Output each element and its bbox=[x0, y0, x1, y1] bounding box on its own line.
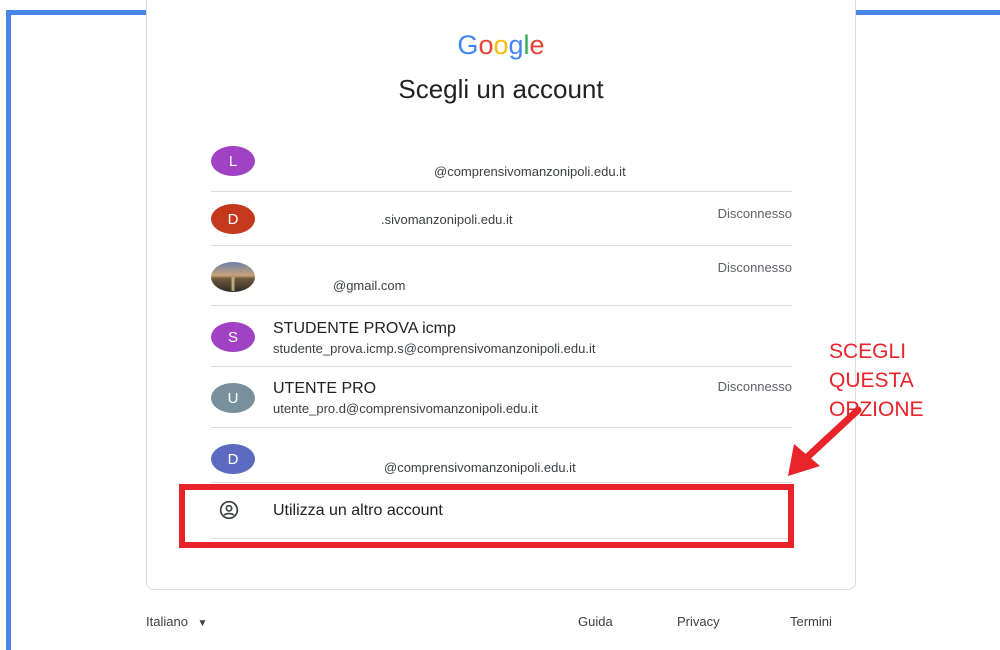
language-selector[interactable]: Italiano ▼ bbox=[146, 614, 207, 629]
avatar: L bbox=[211, 146, 255, 176]
avatar: S bbox=[211, 322, 255, 352]
account-row[interactable]: U UTENTE PRO utente_pro.d@comprensivoman… bbox=[211, 367, 792, 428]
account-email: @gmail.com bbox=[333, 278, 406, 293]
account-row[interactable]: D @comprensivomanzonipoli.edu.it bbox=[211, 428, 792, 483]
account-email: @comprensivomanzonipoli.edu.it bbox=[384, 460, 576, 475]
google-logo: Google bbox=[147, 30, 855, 61]
logo-letter: o bbox=[478, 30, 494, 60]
avatar: D bbox=[211, 444, 255, 474]
logo-letter: G bbox=[457, 30, 479, 60]
page-title: Scegli un account bbox=[398, 74, 604, 104]
account-row[interactable]: @gmail.com Disconnesso bbox=[211, 246, 792, 306]
footer-link-privacy[interactable]: Privacy bbox=[677, 614, 720, 629]
account-email: studente_prova.icmp.s@comprensivomanzoni… bbox=[273, 341, 596, 356]
avatar: D bbox=[211, 204, 255, 234]
account-name: UTENTE PRO bbox=[273, 380, 377, 397]
logo-letter: o bbox=[493, 30, 509, 60]
logo-letter: g bbox=[508, 30, 524, 60]
account-email: .sivomanzonipoli.edu.it bbox=[381, 212, 513, 227]
account-list: L @comprensivomanzonipoli.edu.it D .sivo… bbox=[211, 132, 792, 539]
status-badge: Disconnesso bbox=[717, 379, 792, 394]
annotation-arrow bbox=[788, 406, 862, 476]
account-row[interactable]: L @comprensivomanzonipoli.edu.it bbox=[211, 132, 792, 192]
status-badge: Disconnesso bbox=[717, 206, 792, 221]
avatar: U bbox=[211, 383, 255, 413]
footer-link-terms[interactable]: Termini bbox=[790, 614, 832, 629]
annotation-line: SCEGLI bbox=[829, 340, 907, 363]
account-email: @comprensivomanzonipoli.edu.it bbox=[434, 164, 626, 179]
footer-link-help[interactable]: Guida bbox=[578, 614, 613, 629]
account-name: STUDENTE PROVA icmp bbox=[273, 320, 456, 337]
account-row[interactable]: S STUDENTE PROVA icmp studente_prova.icm… bbox=[211, 306, 792, 367]
annotation-line: QUESTA bbox=[829, 369, 914, 392]
avatar bbox=[211, 262, 255, 292]
account-email: utente_pro.d@comprensivomanzonipoli.edu.… bbox=[273, 401, 538, 416]
logo-letter: e bbox=[529, 30, 545, 60]
language-label: Italiano bbox=[146, 614, 188, 629]
status-badge: Disconnesso bbox=[717, 260, 792, 275]
highlight-box bbox=[179, 484, 794, 548]
account-row[interactable]: D .sivomanzonipoli.edu.it Disconnesso bbox=[211, 192, 792, 246]
footer: Italiano ▼ Guida Privacy Termini bbox=[0, 612, 1000, 632]
